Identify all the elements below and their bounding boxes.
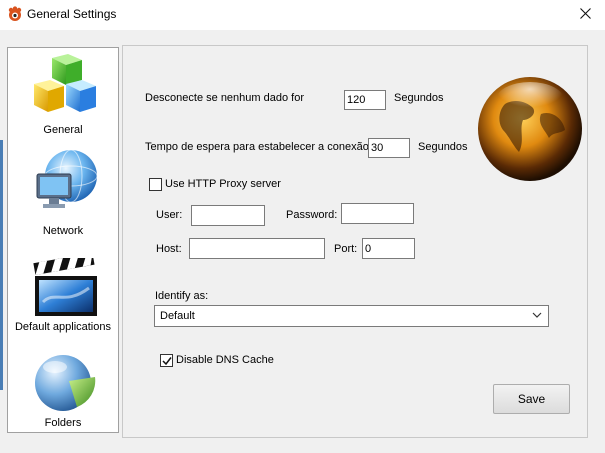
- port-label: Port:: [334, 243, 358, 255]
- host-input[interactable]: [189, 238, 325, 259]
- proxy-checkbox[interactable]: [149, 178, 162, 191]
- window-title: General Settings: [27, 7, 117, 21]
- timeout-label: Tempo de espera para estabelecer a conex…: [145, 141, 369, 153]
- sidebar-item-default-applications[interactable]: Default applications: [8, 248, 118, 338]
- sidebar-item-label: Network: [42, 225, 84, 237]
- timeout-unit-label: Segundos: [418, 141, 468, 153]
- cubes-icon: [34, 54, 96, 112]
- user-label: User:: [156, 209, 183, 221]
- sidebar-item-label: General: [43, 124, 83, 136]
- sidebar-item-label: Default applications: [14, 321, 111, 333]
- close-button[interactable]: [566, 0, 605, 28]
- password-label: Password:: [286, 209, 338, 221]
- disconnect-label: Desconecte se nenhum dado for: [145, 92, 304, 104]
- globe-icon: [478, 77, 582, 181]
- network-globe-icon: [36, 149, 98, 208]
- port-input[interactable]: [362, 238, 415, 259]
- dns-cache-label: Disable DNS Cache: [176, 354, 274, 366]
- user-input[interactable]: [191, 205, 265, 226]
- chevron-down-icon: [532, 312, 542, 318]
- sidebar-item-folders[interactable]: Folders: [8, 344, 118, 432]
- sidebar-item-label: Folders: [44, 417, 82, 429]
- dns-cache-checkbox[interactable]: [160, 354, 173, 367]
- password-input[interactable]: [341, 203, 414, 224]
- connect-timeout-input[interactable]: [368, 138, 410, 158]
- clapperboard-icon: [33, 258, 97, 316]
- checkmark-icon: [162, 357, 172, 366]
- title-bar: General Settings: [0, 0, 605, 30]
- identify-as-select[interactable]: Default: [154, 305, 549, 327]
- close-icon: [580, 8, 591, 19]
- sidebar-item-general[interactable]: General: [8, 50, 118, 142]
- disconnect-unit-label: Segundos: [394, 92, 444, 104]
- proxy-checkbox-label: Use HTTP Proxy server: [165, 178, 281, 190]
- host-label: Host:: [156, 243, 182, 255]
- category-sidebar: General Network Default applications Fol…: [7, 47, 119, 433]
- disconnect-timeout-input[interactable]: [344, 90, 386, 110]
- identify-label: Identify as:: [155, 290, 209, 302]
- pie-chart-icon: [35, 355, 96, 411]
- sidebar-item-network[interactable]: Network: [8, 146, 118, 240]
- background-edge: [0, 140, 3, 390]
- identify-as-value: Default: [160, 310, 195, 322]
- save-button[interactable]: Save: [493, 384, 570, 414]
- app-logo-icon: [7, 6, 23, 22]
